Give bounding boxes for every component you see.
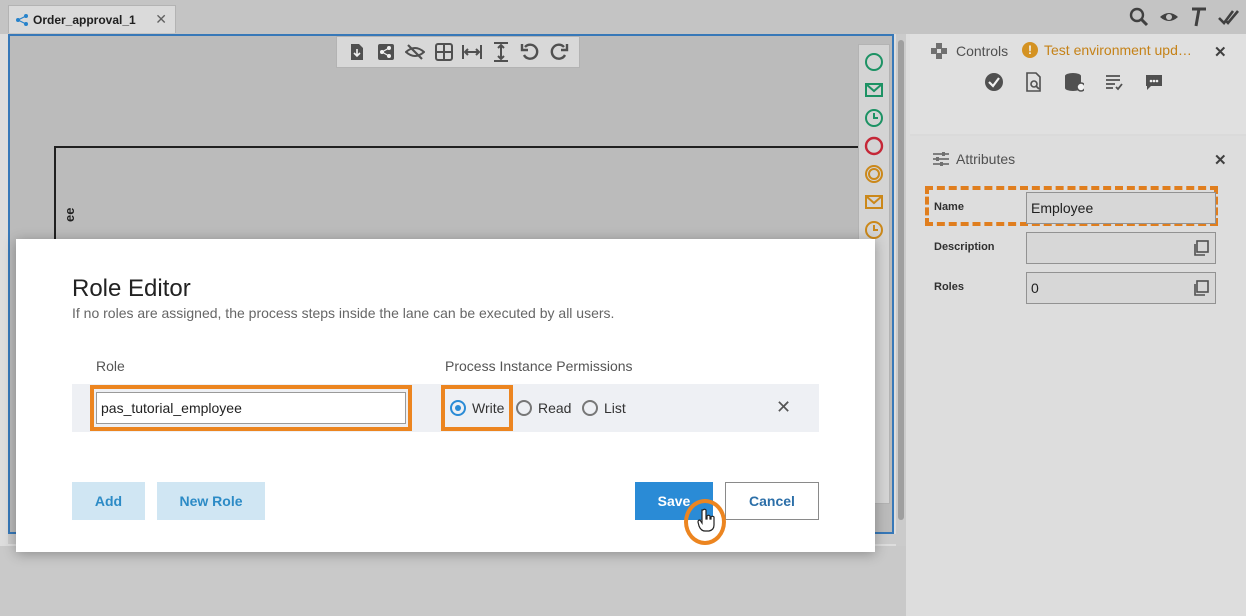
role-editor-dialog: Role Editor If no roles are assigned, th…	[16, 239, 875, 552]
radio-write[interactable]: Write	[450, 400, 504, 416]
radio-list[interactable]: List	[582, 400, 626, 416]
radio-read-circle[interactable]	[516, 400, 532, 416]
radio-write-label: Write	[472, 400, 505, 416]
new-role-button[interactable]: New Role	[157, 482, 265, 520]
radio-write-circle[interactable]	[450, 400, 466, 416]
role-column-header: Role	[96, 358, 125, 374]
role-input[interactable]	[96, 392, 406, 424]
remove-role-icon[interactable]: ✕	[776, 397, 792, 417]
radio-list-label: List	[604, 400, 626, 416]
radio-read[interactable]: Read	[516, 400, 571, 416]
dialog-subtitle: If no roles are assigned, the process st…	[72, 305, 615, 321]
add-button[interactable]: Add	[72, 482, 145, 520]
radio-read-label: Read	[538, 400, 572, 416]
cancel-button[interactable]: Cancel	[725, 482, 819, 520]
hand-cursor-icon	[697, 508, 715, 532]
radio-list-circle[interactable]	[582, 400, 598, 416]
dialog-title: Role Editor	[72, 275, 191, 302]
permissions-column-header: Process Instance Permissions	[445, 358, 633, 374]
